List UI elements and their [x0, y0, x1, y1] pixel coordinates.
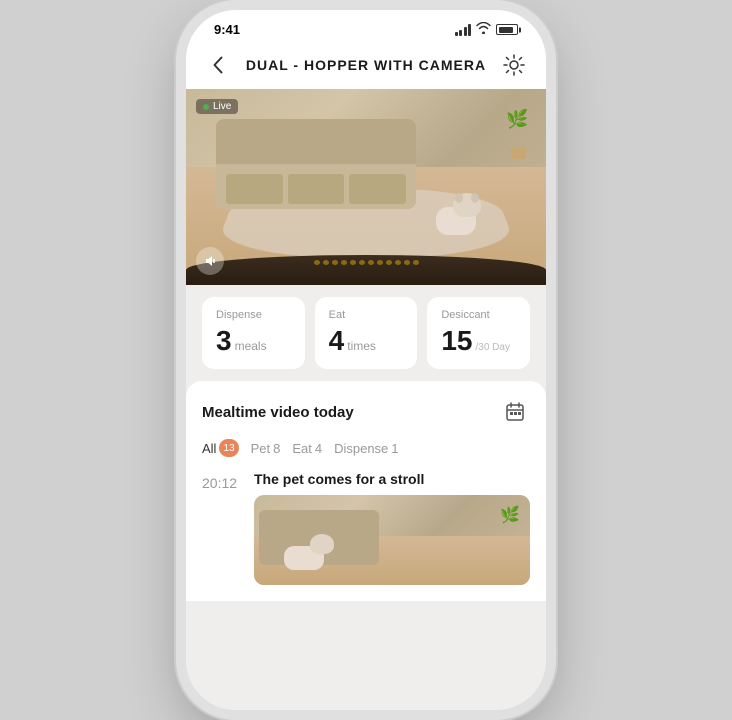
filter-tab-dispense[interactable]: Dispense 1 — [334, 441, 398, 456]
video-item[interactable]: 20:12 The pet comes for a stroll 🌿 — [202, 471, 530, 585]
camera-scene: 🌿 — [186, 89, 546, 285]
filter-tab-pet[interactable]: Pet 8 — [251, 441, 281, 456]
video-title: The pet comes for a stroll — [254, 471, 530, 487]
mealtime-header: Mealtime video today — [202, 397, 530, 427]
stat-card-eat: Eat 4 times — [315, 297, 418, 369]
camera-controls — [196, 247, 224, 275]
status-icons — [455, 22, 519, 37]
filter-tab-all[interactable]: All 13 — [202, 439, 239, 457]
desiccant-label: Desiccant — [441, 309, 516, 321]
dispense-label: Dispense — [216, 309, 291, 321]
filter-tabs: All 13 Pet 8 Eat 4 Dispense 1 — [202, 439, 530, 457]
filter-tab-eat[interactable]: Eat 4 — [292, 441, 322, 456]
content-area: 🌿 — [186, 89, 546, 710]
video-thumbnail[interactable]: 🌿 — [254, 495, 530, 585]
feeder-bowl — [186, 255, 546, 285]
dispense-unit: meals — [235, 339, 267, 353]
eat-label: Eat — [329, 309, 404, 321]
live-indicator — [203, 104, 209, 110]
mealtime-title: Mealtime video today — [202, 404, 354, 421]
wifi-icon — [476, 22, 491, 37]
eat-number: 4 — [329, 325, 345, 357]
status-bar: 9:41 — [186, 10, 546, 41]
dispense-number: 3 — [216, 325, 232, 357]
phone-shell: 9:41 — [186, 10, 546, 710]
plant: 🌿 — [506, 109, 531, 159]
signal-icon — [455, 24, 472, 36]
dispense-value-row: 3 meals — [216, 325, 291, 357]
stat-card-dispense: Dispense 3 meals — [202, 297, 305, 369]
stats-row: Dispense 3 meals Eat 4 times Desiccant 1… — [186, 285, 546, 381]
page-title: DUAL - HOPPER WITH CAMERA — [246, 57, 486, 73]
thumb-plant-icon: 🌿 — [500, 505, 520, 525]
thumb-dog — [284, 520, 334, 570]
settings-button[interactable] — [498, 49, 530, 81]
nav-bar: DUAL - HOPPER WITH CAMERA — [186, 41, 546, 89]
eat-value-row: 4 times — [329, 325, 404, 357]
desiccant-number: 15 — [441, 325, 472, 357]
thumb-scene: 🌿 — [254, 495, 530, 585]
camera-feed[interactable]: 🌿 — [186, 89, 546, 285]
eat-unit: times — [347, 339, 376, 353]
sofa — [216, 119, 416, 209]
dog — [426, 190, 486, 245]
back-button[interactable] — [202, 49, 234, 81]
mute-button[interactable] — [196, 247, 224, 275]
desiccant-unit: /30 Day — [476, 342, 510, 353]
live-badge: Live — [196, 99, 238, 114]
kibble-display — [306, 260, 426, 265]
time-display: 9:41 — [214, 22, 240, 37]
desiccant-value-row: 15 /30 Day — [441, 325, 516, 357]
video-time: 20:12 — [202, 471, 242, 491]
video-info: The pet comes for a stroll 🌿 — [254, 471, 530, 585]
filter-badge-all: 13 — [219, 439, 238, 457]
battery-icon — [496, 24, 518, 35]
stat-card-desiccant: Desiccant 15 /30 Day — [427, 297, 530, 369]
mealtime-section: Mealtime video today All — [186, 381, 546, 601]
calendar-button[interactable] — [500, 397, 530, 427]
